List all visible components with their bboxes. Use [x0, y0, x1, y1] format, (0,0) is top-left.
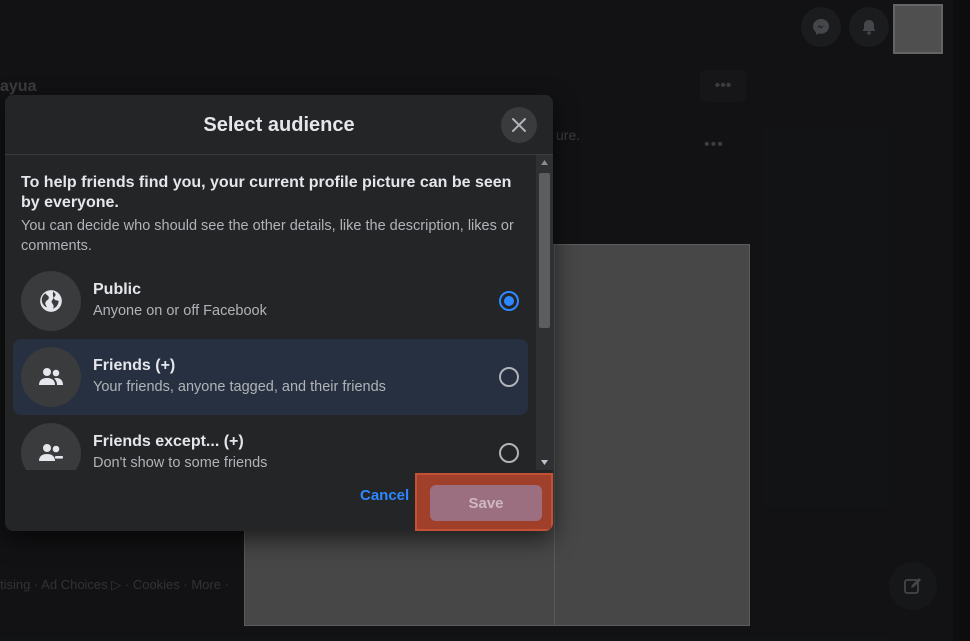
select-audience-dialog: Select audience To help friends find you… [5, 95, 553, 531]
details-notice: You can decide who should see the other … [21, 218, 514, 254]
friends-icon [21, 347, 81, 407]
option-description: Anyone on or off Facebook [93, 303, 267, 319]
scrollbar-thumb[interactable] [539, 173, 550, 328]
scroll-down-arrow-icon[interactable] [536, 455, 553, 470]
dialog-footer: Cancel Save [5, 470, 553, 531]
cancel-button[interactable]: Cancel [360, 487, 409, 504]
scroll-up-arrow-icon[interactable] [536, 155, 553, 170]
radio-friends-except[interactable] [499, 443, 519, 463]
dialog-title: Select audience [203, 114, 355, 136]
save-button-highlight: Save [415, 473, 553, 531]
globe-icon [21, 271, 81, 331]
option-description: Your friends, anyone tagged, and their f… [93, 379, 386, 395]
save-button[interactable]: Save [430, 485, 542, 521]
option-title: Friends except... (+) [93, 433, 244, 450]
audience-option-friends[interactable]: Friends (+) Your friends, anyone tagged,… [13, 339, 528, 415]
close-button[interactable] [501, 107, 537, 143]
audience-option-public[interactable]: Public Anyone on or off Facebook [13, 263, 528, 339]
option-description: Don't show to some friends [93, 455, 268, 470]
option-title: Public [93, 281, 142, 298]
dialog-header: Select audience [5, 95, 553, 155]
profile-picture-notice: To help friends find you, your current p… [21, 174, 512, 211]
radio-friends[interactable] [499, 367, 519, 387]
dialog-scrollbar[interactable] [536, 155, 553, 470]
close-icon [512, 118, 526, 132]
radio-public[interactable] [499, 291, 519, 311]
dialog-body: To help friends find you, your current p… [5, 155, 536, 470]
audience-option-friends-except[interactable]: Friends except... (+) Don't show to some… [13, 415, 528, 470]
friends-except-icon [21, 423, 81, 470]
option-title: Friends (+) [93, 357, 176, 374]
